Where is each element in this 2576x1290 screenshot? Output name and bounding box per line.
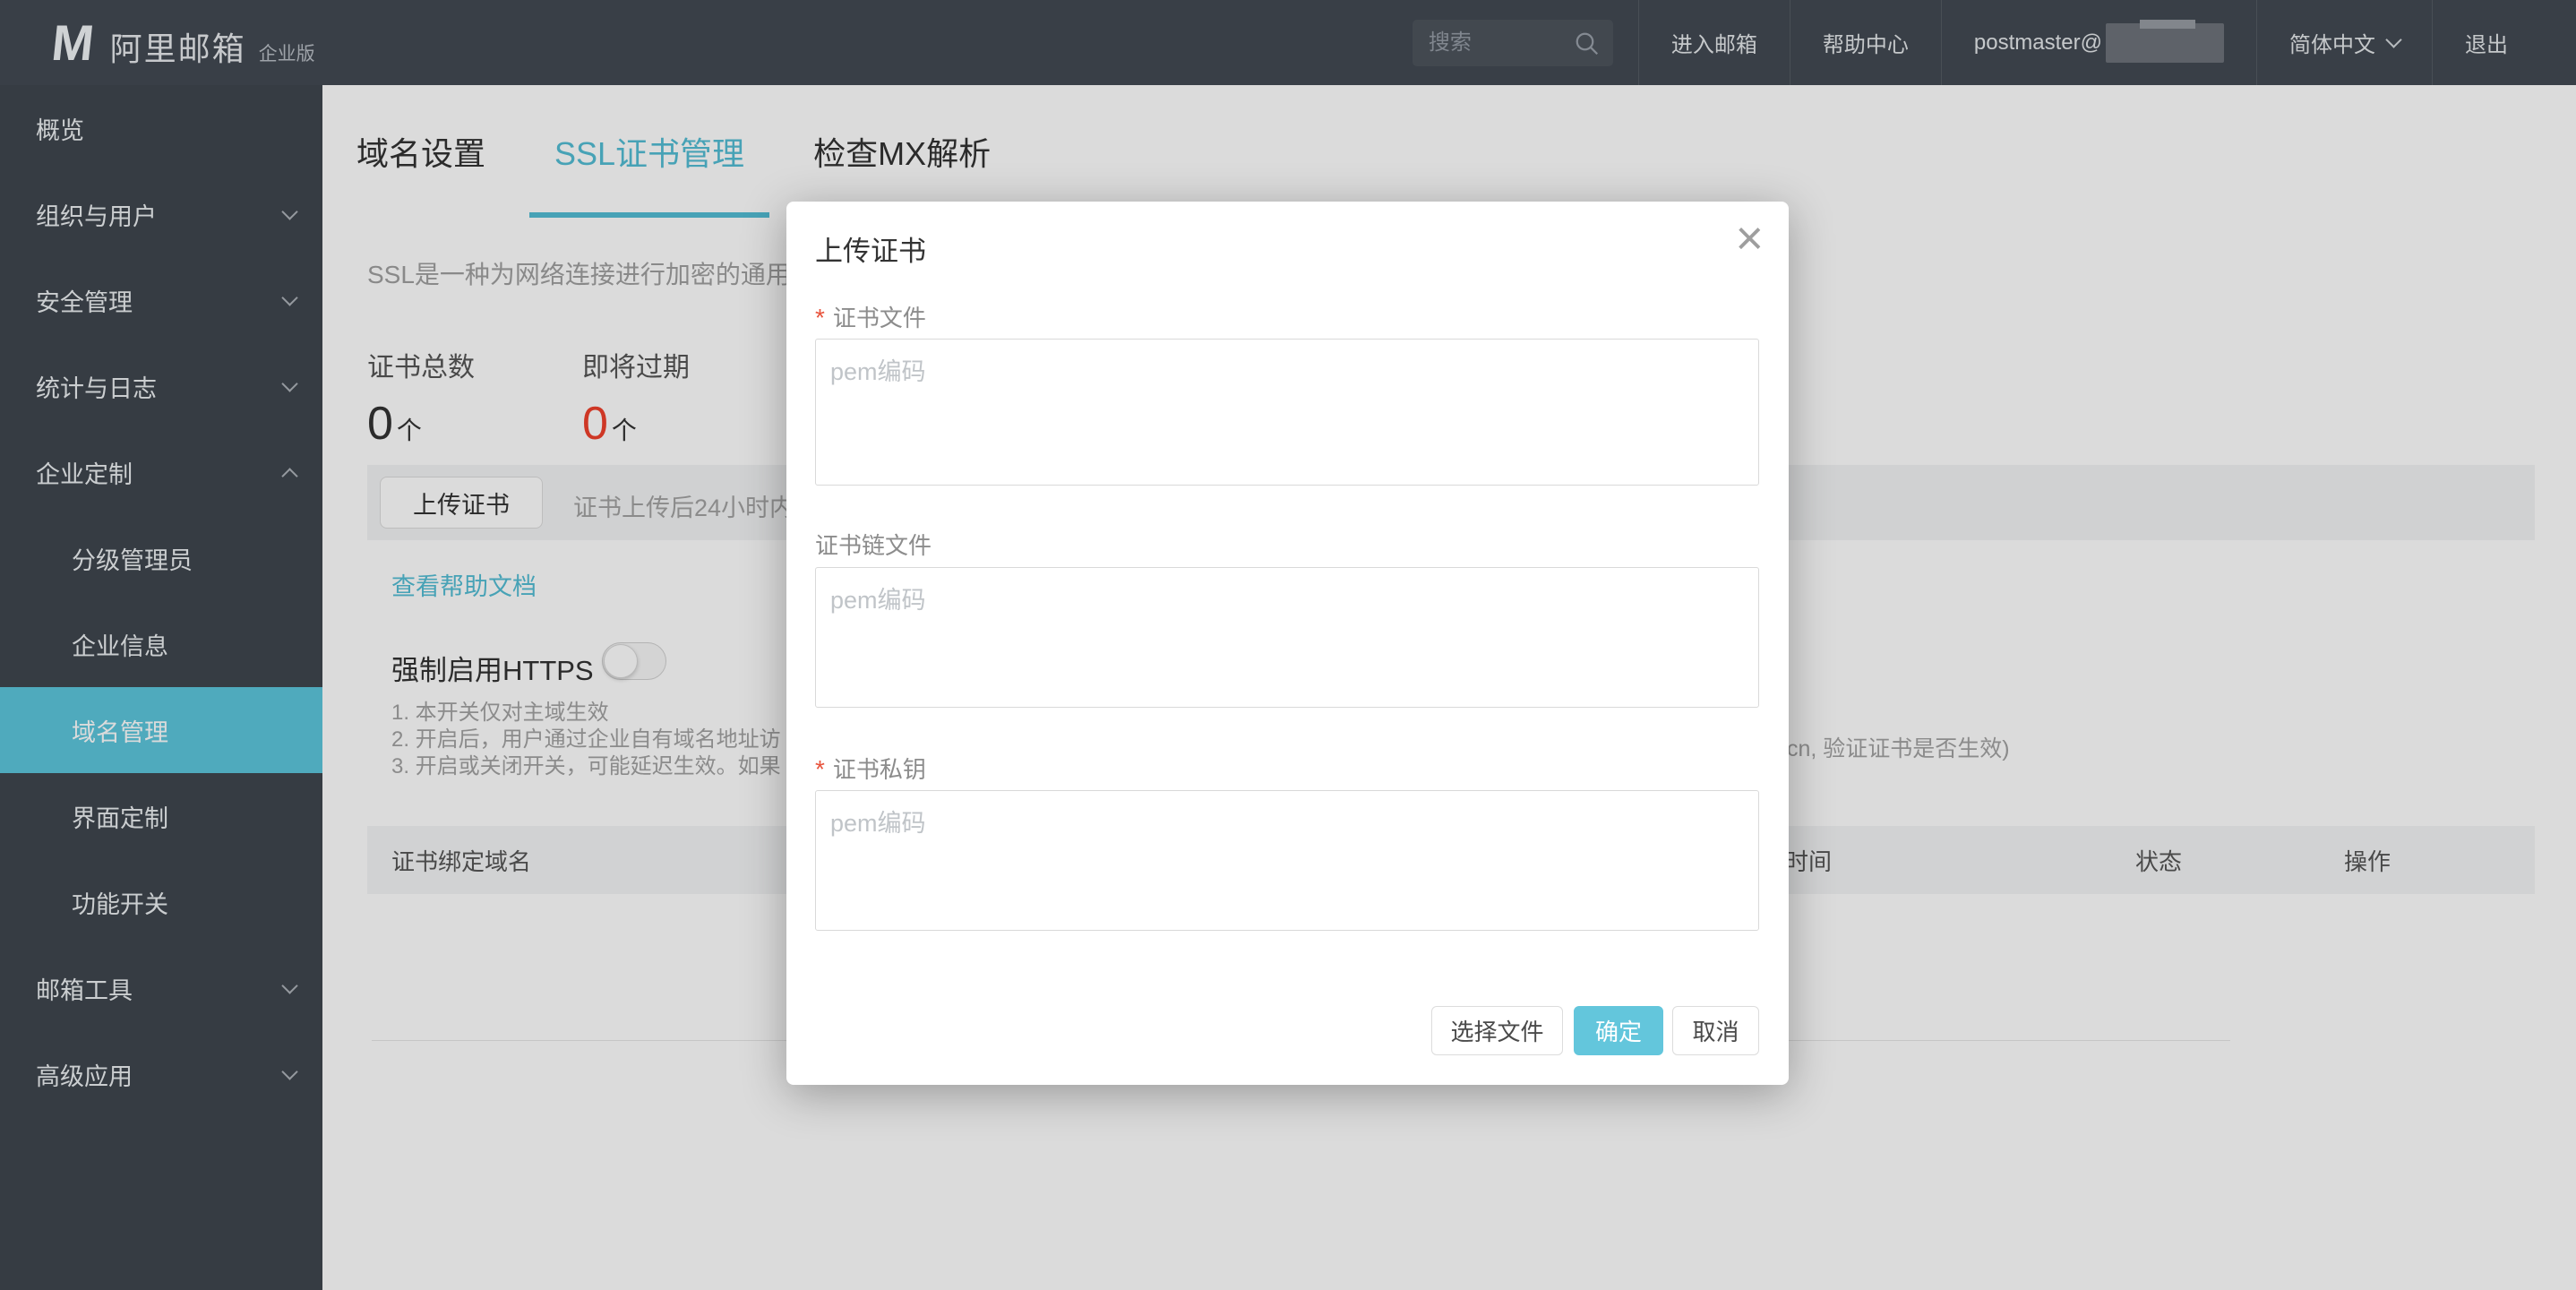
page: M 阿里邮箱 企业版 进入邮箱 帮助中心 postmaster@ 简体中文 <box>0 0 2576 1290</box>
cert-file-textarea[interactable] <box>815 339 1759 486</box>
cert-chain-textarea[interactable] <box>815 567 1759 708</box>
cancel-button[interactable]: 取消 <box>1672 1006 1759 1055</box>
required-asterisk: * <box>815 304 825 331</box>
upload-cert-modal: 上传证书 × *证书文件 证书链文件 *证书私钥 选择文件 确定 取消 <box>786 202 1789 1085</box>
cert-file-label: * 证书文件 <box>815 304 926 331</box>
confirm-button[interactable]: 确定 <box>1574 1006 1663 1055</box>
cert-chain-label: 证书链文件 <box>815 532 932 559</box>
close-icon[interactable]: × <box>1735 214 1764 262</box>
choose-file-button[interactable]: 选择文件 <box>1431 1006 1563 1055</box>
cert-private-key-textarea[interactable] <box>815 790 1759 931</box>
cert-private-key-label: * 证书私钥 <box>815 755 926 783</box>
modal-footer: 选择文件 确定 取消 <box>1431 1006 1759 1055</box>
modal-title: 上传证书 <box>815 236 926 267</box>
required-asterisk: * <box>815 755 825 783</box>
